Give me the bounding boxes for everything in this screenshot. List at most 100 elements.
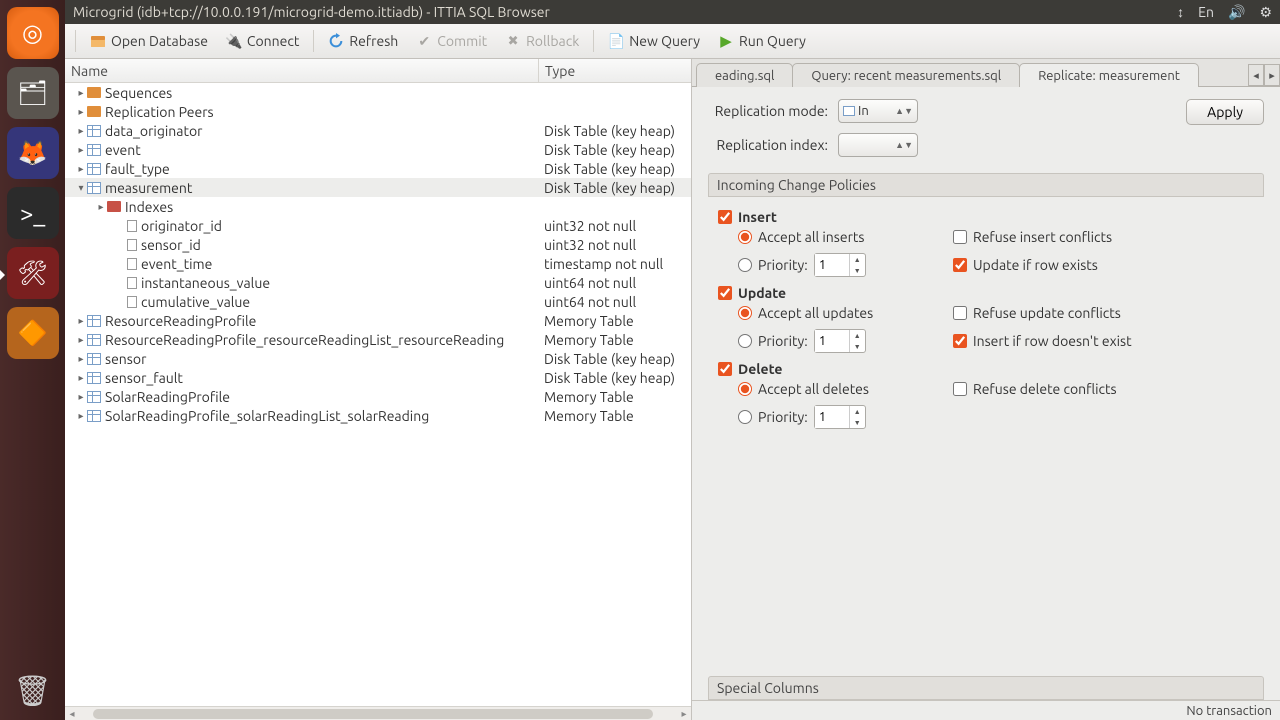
- update-refuse-label: Refuse update conflicts: [973, 305, 1121, 321]
- tree-row[interactable]: instantaneous_valueuint64 not null: [65, 273, 691, 292]
- tree-row[interactable]: sensor_iduint32 not null: [65, 235, 691, 254]
- trash-icon[interactable]: 🗑: [7, 665, 59, 717]
- delete-priority-input[interactable]: [815, 406, 849, 428]
- tree-item-name: ResourceReadingProfile: [105, 313, 256, 329]
- expand-icon[interactable]: ▸: [75, 353, 87, 365]
- horizontal-scrollbar[interactable]: ◂ ▸: [65, 706, 691, 720]
- expand-icon[interactable]: ▸: [75, 372, 87, 384]
- replication-mode-select[interactable]: In ▲▼: [838, 99, 918, 123]
- col-header-type[interactable]: Type: [539, 59, 691, 82]
- tree-row[interactable]: ▸fault_typeDisk Table (key heap): [65, 159, 691, 178]
- update-accept-radio[interactable]: [738, 306, 752, 320]
- delete-enable-checkbox[interactable]: [718, 362, 732, 376]
- new-query-button[interactable]: New Query: [600, 29, 708, 53]
- col-icon: [127, 220, 137, 232]
- delete-priority-spinner[interactable]: ▲▼: [814, 405, 866, 429]
- spin-down-icon[interactable]: ▼: [850, 417, 865, 428]
- insert-accept-radio[interactable]: [738, 230, 752, 244]
- apply-button[interactable]: Apply: [1186, 99, 1264, 125]
- scroll-thumb[interactable]: [93, 709, 653, 719]
- delete-accept-radio[interactable]: [738, 382, 752, 396]
- volume-icon[interactable]: 🔊: [1228, 4, 1245, 21]
- delete-priority-radio[interactable]: [738, 410, 752, 424]
- run-query-button[interactable]: Run Query: [710, 29, 814, 53]
- spin-up-icon[interactable]: ▲: [850, 330, 865, 341]
- update-priority-radio[interactable]: [738, 334, 752, 348]
- tab-scroll-left-icon[interactable]: ◂: [1248, 64, 1264, 86]
- spin-down-icon[interactable]: ▼: [850, 265, 865, 276]
- expand-icon[interactable]: ▸: [75, 315, 87, 327]
- system-icon[interactable]: ⚙: [1259, 4, 1272, 21]
- files-icon[interactable]: 🗂: [7, 67, 59, 119]
- expand-icon[interactable]: ▸: [75, 106, 87, 118]
- insert-priority-radio[interactable]: [738, 258, 752, 272]
- delete-priority-label: Priority:: [758, 409, 808, 425]
- open-database-button[interactable]: Open Database: [82, 29, 216, 53]
- expand-icon[interactable]: ▸: [95, 201, 107, 213]
- spin-up-icon[interactable]: ▲: [850, 254, 865, 265]
- expand-icon[interactable]: ▸: [75, 391, 87, 403]
- update-priority-spinner[interactable]: ▲▼: [814, 329, 866, 353]
- delete-refuse-checkbox[interactable]: [953, 382, 967, 396]
- insert-enable-checkbox[interactable]: [718, 210, 732, 224]
- tree-item-name: Indexes: [125, 199, 173, 215]
- refresh-button[interactable]: Refresh: [320, 29, 406, 53]
- tree-row[interactable]: ▸Sequences: [65, 83, 691, 102]
- tab-reading-sql[interactable]: eading.sql: [696, 63, 793, 87]
- replication-index-select[interactable]: ▲▼: [838, 133, 918, 157]
- tree-row[interactable]: ▸ResourceReadingProfile_resourceReadingL…: [65, 330, 691, 349]
- tree-row[interactable]: ▸ ResourceReadingProfile Memory Table: [65, 311, 691, 330]
- expand-icon[interactable]: ▾: [75, 182, 87, 194]
- tree-row[interactable]: ▾measurementDisk Table (key heap): [65, 178, 691, 197]
- tab-recent-measurements[interactable]: Query: recent measurements.sql: [792, 63, 1020, 87]
- tree-item-name: sensor: [105, 351, 146, 367]
- insert-refuse-checkbox[interactable]: [953, 230, 967, 244]
- expand-icon[interactable]: ▸: [75, 144, 87, 156]
- spin-down-icon[interactable]: ▼: [850, 341, 865, 352]
- scroll-right-icon[interactable]: ▸: [677, 708, 691, 720]
- insert-updateif-checkbox[interactable]: [953, 258, 967, 272]
- insert-priority-input[interactable]: [815, 254, 849, 276]
- tree-item-type: Memory Table: [538, 313, 691, 329]
- update-priority-input[interactable]: [815, 330, 849, 352]
- tab-replicate-measurement[interactable]: Replicate: measurement: [1019, 63, 1199, 87]
- col-header-name[interactable]: Name: [65, 59, 539, 82]
- expand-icon[interactable]: ▸: [75, 125, 87, 137]
- network-icon[interactable]: ↕: [1177, 4, 1184, 21]
- app-icon[interactable]: 🛠: [7, 247, 59, 299]
- update-enable-checkbox[interactable]: [718, 286, 732, 300]
- tree-item-name: data_originator: [105, 123, 202, 139]
- tab-scroll-right-icon[interactable]: ▸: [1264, 64, 1280, 86]
- expand-icon[interactable]: ▸: [75, 87, 87, 99]
- insert-accept-label: Accept all inserts: [758, 229, 864, 245]
- scroll-left-icon[interactable]: ◂: [65, 708, 79, 720]
- schema-tree[interactable]: ▸Sequences▸Replication Peers▸data_origin…: [65, 83, 691, 706]
- diagram-icon[interactable]: 🔶: [7, 307, 59, 359]
- expand-icon[interactable]: ▸: [75, 410, 87, 422]
- expand-icon[interactable]: ▸: [75, 163, 87, 175]
- idx-icon: [107, 201, 121, 212]
- tree-row[interactable]: event_timetimestamp not null: [65, 254, 691, 273]
- expand-icon[interactable]: ▸: [75, 334, 87, 346]
- tree-row[interactable]: ▸SolarReadingProfileMemory Table: [65, 387, 691, 406]
- tree-row[interactable]: ▸eventDisk Table (key heap): [65, 140, 691, 159]
- connect-button[interactable]: Connect: [218, 29, 308, 53]
- tree-row[interactable]: ▸SolarReadingProfile_solarReadingList_so…: [65, 406, 691, 425]
- tree-row[interactable]: ▸sensorDisk Table (key heap): [65, 349, 691, 368]
- terminal-icon[interactable]: >_: [7, 187, 59, 239]
- tree-row[interactable]: ▸ Indexes: [65, 197, 691, 216]
- tree-row[interactable]: originator_iduint32 not null: [65, 216, 691, 235]
- firefox-icon[interactable]: 🦊: [7, 127, 59, 179]
- lang-icon[interactable]: En: [1198, 4, 1214, 21]
- update-refuse-checkbox[interactable]: [953, 306, 967, 320]
- tree-row[interactable]: ▸Replication Peers: [65, 102, 691, 121]
- spin-up-icon[interactable]: ▲: [850, 406, 865, 417]
- dash-icon[interactable]: ◎: [7, 7, 59, 59]
- tree-row[interactable]: ▸sensor_faultDisk Table (key heap): [65, 368, 691, 387]
- insert-priority-spinner[interactable]: ▲▼: [814, 253, 866, 277]
- tree-row[interactable]: cumulative_valueuint64 not null: [65, 292, 691, 311]
- update-title: Update: [738, 285, 786, 301]
- tree-item-type: Disk Table (key heap): [538, 161, 691, 177]
- update-insertif-checkbox[interactable]: [953, 334, 967, 348]
- tree-row[interactable]: ▸data_originatorDisk Table (key heap): [65, 121, 691, 140]
